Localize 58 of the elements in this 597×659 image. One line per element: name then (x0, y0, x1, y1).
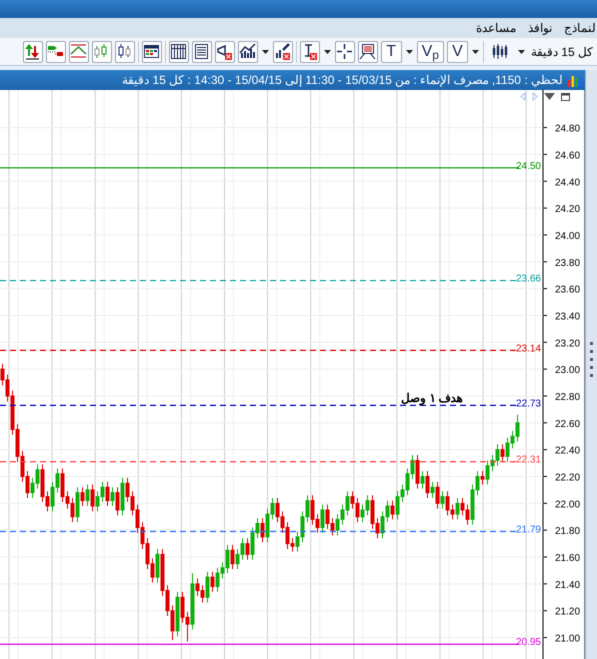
caret-icon[interactable] (518, 50, 525, 54)
axis-label: 22.40 (555, 446, 580, 457)
level-label: 22.73 (516, 398, 541, 410)
scrollbar[interactable] (585, 70, 597, 659)
level-label: 20.95 (516, 637, 541, 648)
axis-label: 24.40 (555, 177, 580, 188)
axis-label: 23.60 (555, 284, 580, 296)
axis-label: 23.80 (555, 258, 580, 269)
level-label: 23.14 (516, 343, 541, 354)
level-label: 23.66 (516, 274, 541, 285)
axis-label: 24.20 (555, 204, 580, 216)
axis-label: 22.00 (555, 499, 580, 510)
tool-button[interactable]: V$_{p}$ (416, 40, 444, 62)
axis-label: 21.60 (555, 553, 580, 564)
dropdown-triangle-icon[interactable] (544, 93, 555, 100)
axis-label: 22.60 (555, 418, 580, 430)
axis-label: 23.40 (555, 311, 580, 322)
bar-chart-icon (567, 74, 581, 86)
axis-label: 23.00 (555, 365, 580, 376)
maximize-icon[interactable] (561, 92, 570, 100)
annotation-text: هدف ١ وصل (401, 391, 463, 405)
chart-title: لحظي : 1150, مصرف الإنماء : من 15/03/15 - 11:30 إلى 15/04/15 - 14:30 : كل 15 دقيقة (122, 72, 563, 89)
bar-chart-trend-icon[interactable] (238, 40, 258, 62)
text-cursor-delete-icon[interactable] (300, 40, 320, 62)
axis-label: 21.20 (555, 606, 580, 618)
menu-item[interactable]: نوافذ (528, 19, 552, 37)
arrows-icon[interactable] (22, 40, 43, 62)
axis-label: 24.60 (555, 150, 580, 162)
level-label: 22.31 (516, 454, 541, 466)
caret-icon[interactable] (324, 50, 331, 54)
tool-button[interactable]: V (446, 40, 468, 62)
caret-icon[interactable] (472, 50, 479, 54)
grid-icon[interactable] (168, 40, 189, 62)
menu-item[interactable]: مساعدة (476, 19, 516, 37)
bars-delete-icon[interactable] (272, 40, 293, 62)
flags-icon[interactable] (46, 40, 66, 62)
candles-icon[interactable] (114, 40, 135, 62)
axis-label: 23.20 (555, 338, 580, 350)
axis-label: 22.20 (555, 472, 580, 484)
menu-item[interactable]: النماذج (564, 19, 597, 37)
chart-document-icon[interactable] (358, 40, 378, 62)
axis-label: 21.80 (555, 526, 580, 538)
level-label: 24.50 (516, 160, 541, 172)
crosshair-icon[interactable] (334, 40, 355, 62)
tool-button[interactable]: T (380, 40, 402, 62)
axis-label: 24.00 (555, 230, 580, 242)
grip-icon[interactable] (590, 342, 593, 377)
axis-label: 21.40 (555, 580, 580, 591)
table-icon[interactable] (142, 40, 162, 62)
megaphone-delete-icon[interactable] (214, 40, 235, 62)
axis-label: 21.00 (555, 634, 580, 645)
level-label: 21.79 (516, 524, 541, 536)
axis-label: 24.80 (555, 124, 580, 135)
caret-icon[interactable] (262, 50, 269, 54)
list-icon[interactable] (192, 40, 212, 62)
axis-label: 22.80 (555, 392, 580, 403)
caret-icon[interactable] (406, 50, 413, 54)
timeframe-dropdown[interactable]: كل 15 دقيقة (530, 42, 593, 60)
